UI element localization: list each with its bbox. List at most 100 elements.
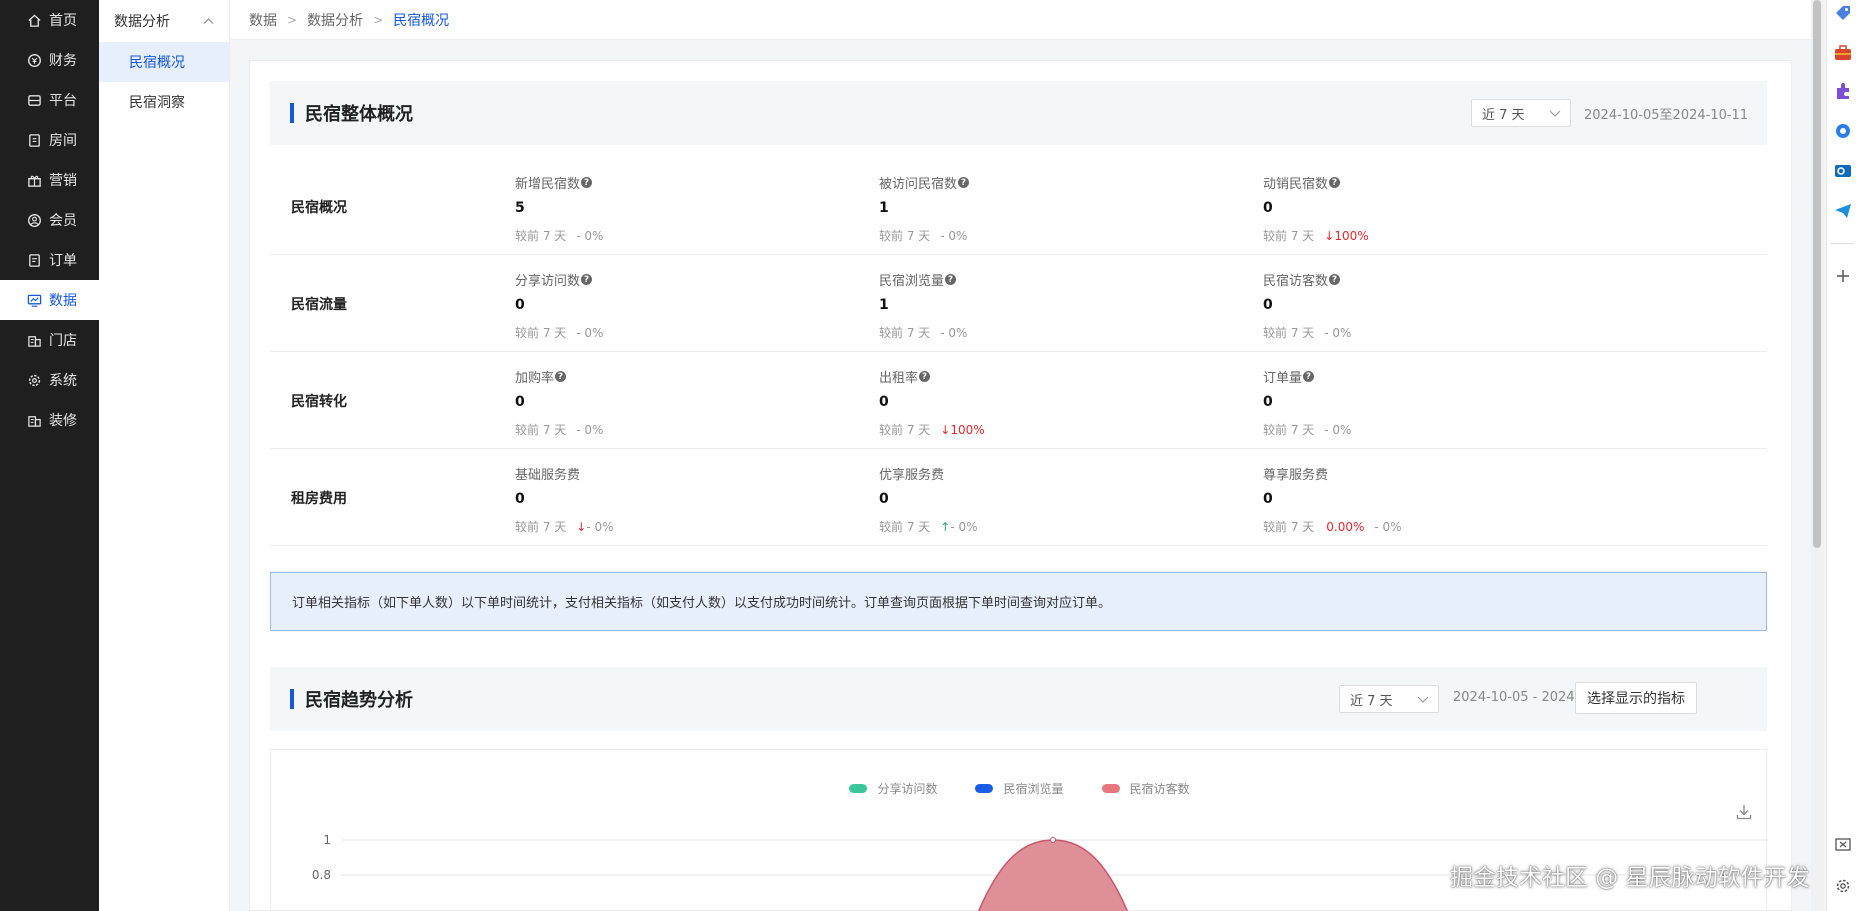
send-icon[interactable]	[1834, 202, 1852, 220]
help-icon[interactable]: ?	[1303, 371, 1315, 382]
compare-label: 较前 7 天	[515, 326, 567, 340]
metric-compare: 较前 7 天 ↓100%	[1263, 227, 1369, 244]
home-icon	[26, 12, 42, 28]
arrow-down-icon: ↓	[1324, 229, 1335, 243]
chevron-down-icon	[1549, 110, 1561, 117]
chevron-up-icon	[203, 18, 214, 24]
chevron-down-icon	[1417, 696, 1429, 703]
breadcrumb-item[interactable]: 数据	[249, 10, 277, 30]
metric-value: 0	[515, 297, 525, 313]
help-icon[interactable]: ?	[581, 177, 593, 188]
metric-value: 0	[1263, 297, 1273, 313]
help-icon[interactable]: ?	[1329, 274, 1341, 285]
platform-icon	[26, 92, 42, 108]
metric-row-label: 民宿流量	[291, 297, 347, 313]
compare-label: 较前 7 天	[879, 326, 931, 340]
overview-title: 民宿整体概况	[305, 104, 413, 125]
compare-label: 较前 7 天	[1263, 520, 1315, 534]
submenu-item-label: 民宿洞察	[129, 95, 185, 111]
nav-item-0[interactable]: 首页	[0, 0, 99, 40]
metric-change-value: - 0%	[1324, 423, 1352, 437]
submenu-group-label: 数据分析	[114, 14, 170, 30]
nav-item-10[interactable]: 装修	[0, 400, 99, 440]
data-point[interactable]	[1050, 837, 1056, 843]
metric-value: 0	[879, 491, 889, 507]
screenshot-icon[interactable]	[1834, 836, 1852, 854]
submenu-group-header[interactable]: 数据分析	[99, 0, 229, 42]
metric-cell: 优享服务费 0 较前 7 天 ↑- 0%	[879, 449, 1239, 546]
metric-cell: 被访问民宿数? 1 较前 7 天 - 0%	[879, 158, 1239, 255]
gift-icon	[26, 172, 42, 188]
nav-item-3[interactable]: 房间	[0, 120, 99, 160]
period-select-value: 近 7 天	[1350, 693, 1393, 709]
metric-name: 分享访问数?	[515, 270, 593, 289]
nav-item-2[interactable]: 平台	[0, 80, 99, 120]
watermark: 掘金技术社区 @ 星辰脉动软件开发	[1450, 865, 1810, 891]
toolbox-icon[interactable]	[1834, 44, 1852, 62]
help-icon[interactable]: ?	[1329, 177, 1341, 188]
nav-item-1[interactable]: 财务	[0, 40, 99, 80]
nav-item-7[interactable]: 数据	[0, 280, 99, 320]
select-metrics-button[interactable]: 选择显示的指标	[1575, 682, 1697, 714]
help-icon[interactable]: ?	[555, 371, 567, 382]
metric-name: 基础服务费	[515, 464, 580, 483]
metric-name-text: 被访问民宿数	[879, 177, 958, 192]
nav-item-label: 平台	[49, 93, 77, 109]
data-icon	[26, 292, 42, 308]
nav-item-9[interactable]: 系统	[0, 360, 99, 400]
sidebar-divider	[1830, 243, 1854, 244]
extension-icon[interactable]	[1834, 82, 1852, 100]
metric-change: - 0%	[1324, 423, 1351, 437]
metric-change-value: - 0%	[576, 229, 604, 243]
section-accent-bar	[290, 689, 294, 709]
metric-value: 1	[879, 200, 889, 216]
metric-compare: 较前 7 天 - 0%	[879, 324, 967, 341]
nav-item-8[interactable]: 门店	[0, 320, 99, 360]
secondary-menu: 数据分析 民宿概况 民宿洞察	[99, 0, 230, 911]
settings-icon[interactable]	[1834, 877, 1852, 895]
nav-item-6[interactable]: 订单	[0, 240, 99, 280]
compare-label: 较前 7 天	[879, 423, 931, 437]
scrollbar-thumb[interactable]	[1813, 0, 1821, 548]
nav-item-label: 系统	[49, 373, 77, 389]
help-icon[interactable]: ?	[919, 371, 931, 382]
metric-cell: 加购率? 0 较前 7 天 - 0%	[515, 352, 875, 449]
nav-item-label: 门店	[49, 333, 77, 349]
breadcrumb-separator: >	[287, 12, 298, 27]
nav-item-5[interactable]: 会员	[0, 200, 99, 240]
metric-name: 新增民宿数?	[515, 173, 593, 192]
breadcrumb-item[interactable]: 数据分析	[307, 10, 363, 30]
nav-item-label: 财务	[49, 53, 77, 69]
trend-period-select[interactable]: 近 7 天	[1339, 685, 1439, 713]
metric-row-label: 民宿转化	[291, 394, 347, 410]
nav-item-4[interactable]: 营销	[0, 160, 99, 200]
metric-name: 动销民宿数?	[1263, 173, 1341, 192]
metric-value: 0	[1263, 491, 1273, 507]
arrow-up-icon: ↑	[940, 520, 951, 534]
copilot-icon[interactable]	[1834, 122, 1852, 140]
metric-name-text: 民宿浏览量	[879, 274, 945, 289]
add-icon[interactable]	[1834, 267, 1852, 285]
help-icon[interactable]: ?	[958, 177, 970, 188]
breadcrumb-current: 民宿概况	[393, 12, 450, 29]
help-icon[interactable]: ?	[581, 274, 593, 285]
tag-icon[interactable]	[1834, 4, 1852, 22]
metric-change: - 0%	[576, 423, 603, 437]
outlook-icon[interactable]	[1834, 162, 1852, 180]
metric-row-label: 租房费用	[291, 491, 347, 507]
submenu-item-overview[interactable]: 民宿概况	[99, 42, 229, 82]
metric-name-text: 出租率	[879, 371, 919, 386]
metric-change: ↑- 0%	[940, 520, 977, 534]
overview-period-select[interactable]: 近 7 天	[1471, 99, 1571, 127]
arrow-down-icon: ↓	[576, 520, 587, 534]
metric-change-value: 100%	[950, 423, 985, 437]
metric-name-text: 新增民宿数	[515, 177, 581, 192]
metric-compare: 较前 7 天 0.00% - 0%	[1263, 518, 1402, 535]
metric-change-value: - 0%	[1324, 326, 1352, 340]
help-icon[interactable]: ?	[945, 274, 957, 285]
metric-name: 民宿浏览量?	[879, 270, 957, 289]
metric-name: 优享服务费	[879, 464, 944, 483]
submenu-item-insight[interactable]: 民宿洞察	[99, 82, 229, 122]
breadcrumb-separator: >	[373, 12, 384, 27]
metric-compare: 较前 7 天 ↑- 0%	[879, 518, 978, 535]
